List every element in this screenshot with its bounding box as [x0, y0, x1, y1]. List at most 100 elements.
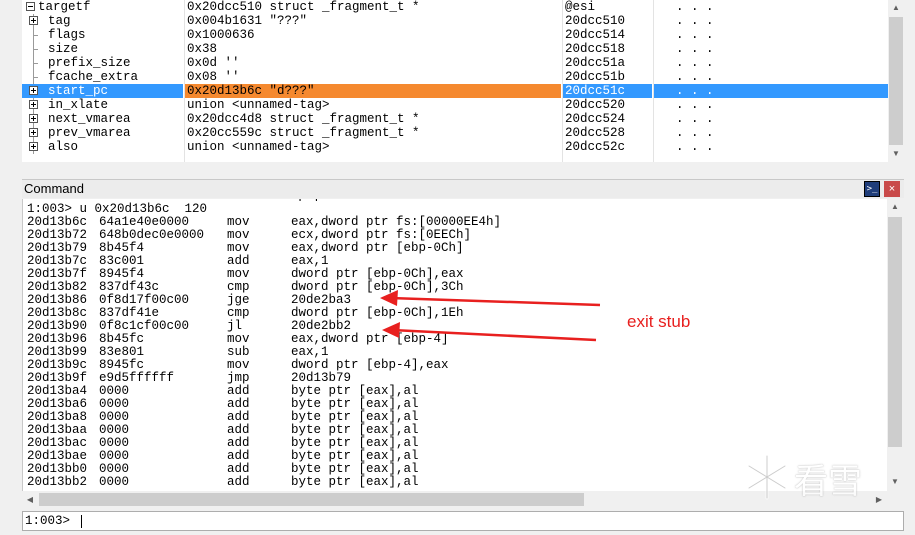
locals-extra-text: . . .: [676, 140, 714, 154]
command-vertical-scrollbar[interactable]: ▲ ▼: [887, 199, 904, 491]
disasm-line: 20d13baa 0000 add byte ptr [eax],al: [27, 424, 877, 437]
locals-extra-text: . . .: [676, 56, 714, 70]
locals-extra-text: . . .: [676, 98, 714, 112]
expand-plus-icon[interactable]: [29, 100, 38, 109]
expand-plus-icon[interactable]: [29, 16, 38, 25]
locals-name-cell: targetf: [22, 0, 183, 14]
locals-location: 20dcc510: [563, 14, 652, 28]
locals-row[interactable]: size 0x38 20dcc518 . . .: [22, 42, 888, 56]
scroll-down-arrow-icon[interactable]: ▼: [888, 146, 904, 162]
locals-row[interactable]: prefix_size 0x0d '' 20dcc51a . . .: [22, 56, 888, 70]
locals-name-cell: start_pc: [22, 84, 183, 98]
scroll-up-arrow-icon[interactable]: ▲: [887, 199, 903, 215]
locals-name-cell: prefix_size: [22, 56, 183, 70]
console-icon[interactable]: >_: [864, 181, 880, 197]
locals-name: size: [48, 42, 79, 56]
snowflake-logo-icon: [747, 454, 787, 500]
locals-extra-text: . . .: [676, 0, 714, 14]
locals-location: 20dcc528: [563, 126, 652, 140]
locals-name-cell: flags: [22, 28, 183, 42]
disasm-bytes: 0000: [99, 475, 130, 489]
locals-location-text: 20dcc524: [565, 112, 626, 126]
locals-value: 0x20d13b6c "d???": [185, 84, 561, 98]
locals-extra-text: . . .: [676, 28, 714, 42]
locals-location: 20dcc524: [563, 112, 652, 126]
locals-location-text: @esi: [565, 0, 596, 14]
locals-row[interactable]: also union <unnamed-tag> 20dcc52c . . .: [22, 140, 888, 154]
locals-location-text: 20dcc51a: [565, 56, 626, 70]
disasm-address: 20d13bb2: [27, 475, 88, 489]
locals-row[interactable]: start_pc 0x20d13b6c "d???" 20dcc51c . . .: [22, 84, 888, 98]
locals-location: 20dcc520: [563, 98, 652, 112]
locals-row[interactable]: tag 0x004b1631 "???" 20dcc510 . . .: [22, 14, 888, 28]
disasm-line: 20d13b79 8b45f4 mov eax,dword ptr [ebp-0Ch]: [27, 242, 877, 255]
locals-location: 20dcc51c: [563, 84, 652, 98]
locals-location: @esi: [563, 0, 652, 14]
locals-extra-text: . . .: [676, 112, 714, 126]
locals-extra-text: . . .: [676, 84, 714, 98]
locals-extra: . . .: [654, 112, 888, 126]
locals-location: 20dcc518: [563, 42, 652, 56]
locals-value-text: union <unnamed-tag>: [187, 140, 330, 154]
locals-location: 20dcc51a: [563, 56, 652, 70]
command-output[interactable]: [ ] 1:003> u 0x20d13b6c 12020d13b6c64a1e…: [22, 199, 888, 491]
command-prompt: 1:003>: [25, 514, 71, 528]
command-input-row: 1:003>: [22, 511, 904, 531]
locals-name: flags: [48, 28, 86, 42]
locals-location-text: 20dcc51c: [565, 84, 626, 98]
locals-horizontal-scrollbar[interactable]: [22, 162, 888, 174]
disasm-line: 20d13b90 0f8c1cf00c00 jl 20de2bb2: [27, 320, 877, 333]
locals-name: prefix_size: [48, 56, 131, 70]
locals-name: start_pc: [48, 84, 109, 98]
locals-location-text: 20dcc52c: [565, 140, 626, 154]
close-icon[interactable]: ×: [884, 181, 900, 197]
locals-row[interactable]: in_xlate union <unnamed-tag> 20dcc520 . . .: [22, 98, 888, 112]
locals-value-text: 0x20cc559c struct _fragment_t *: [187, 126, 420, 140]
expand-plus-icon[interactable]: [29, 114, 38, 123]
expand-plus-icon[interactable]: [29, 142, 38, 151]
locals-extra: . . .: [654, 14, 888, 28]
partial-line: [ ]: [27, 199, 320, 201]
command-input[interactable]: [81, 513, 881, 529]
locals-value-text: 0x004b1631 "???": [187, 14, 308, 28]
scroll-thumb[interactable]: [889, 17, 903, 145]
tree-branch: [33, 77, 38, 78]
locals-name-cell: prev_vmarea: [22, 126, 183, 140]
scroll-up-arrow-icon[interactable]: ▲: [888, 0, 904, 16]
scroll-thumb[interactable]: [39, 493, 584, 506]
locals-vertical-scrollbar[interactable]: ▲ ▼: [888, 0, 904, 162]
disasm-line: 20d13ba8 0000 add byte ptr [eax],al: [27, 411, 877, 424]
locals-extra: . . .: [654, 70, 888, 84]
locals-extra: . . .: [654, 84, 888, 98]
locals-row[interactable]: targetf 0x20dcc510 struct _fragment_t * @e…: [22, 0, 888, 14]
locals-row[interactable]: flags 0x1000636 20dcc514 . . .: [22, 28, 888, 42]
locals-extra: . . .: [654, 98, 888, 112]
locals-location-text: 20dcc51b: [565, 70, 626, 84]
locals-grid: targetf 0x20dcc510 struct _fragment_t * @e…: [22, 0, 888, 162]
locals-row[interactable]: next_vmarea 0x20dcc4d8 struct _fragment_t…: [22, 112, 888, 126]
tree-branch: [33, 35, 38, 36]
locals-value: 0x004b1631 "???": [185, 14, 561, 28]
locals-value-text: 0x20d13b6c "d???": [187, 84, 315, 98]
locals-extra: . . .: [654, 126, 888, 140]
scroll-left-arrow-icon[interactable]: ◀: [22, 491, 38, 508]
locals-name-cell: tag: [22, 14, 183, 28]
text-caret: [81, 515, 82, 528]
locals-extra: . . .: [654, 28, 888, 42]
locals-extra: . . .: [654, 0, 888, 14]
locals-extra-text: . . .: [676, 42, 714, 56]
locals-value: 0x1000636: [185, 28, 561, 42]
collapse-minus-icon[interactable]: [26, 2, 35, 11]
expand-plus-icon[interactable]: [29, 128, 38, 137]
locals-location-text: 20dcc518: [565, 42, 626, 56]
disasm-line: 20d13ba4 0000 add byte ptr [eax],al: [27, 385, 877, 398]
locals-row[interactable]: fcache_extra 0x08 '' 20dcc51b . . .: [22, 70, 888, 84]
locals-location: 20dcc52c: [563, 140, 652, 154]
locals-name: in_xlate: [48, 98, 109, 112]
scroll-thumb[interactable]: [888, 217, 902, 447]
locals-extra-text: . . .: [676, 14, 714, 28]
locals-row[interactable]: prev_vmarea 0x20cc559c struct _fragment_t…: [22, 126, 888, 140]
expand-plus-icon[interactable]: [29, 86, 38, 95]
command-title-bar: Command >_ ×: [22, 179, 904, 198]
disasm-line: 20d13ba6 0000 add byte ptr [eax],al: [27, 398, 877, 411]
